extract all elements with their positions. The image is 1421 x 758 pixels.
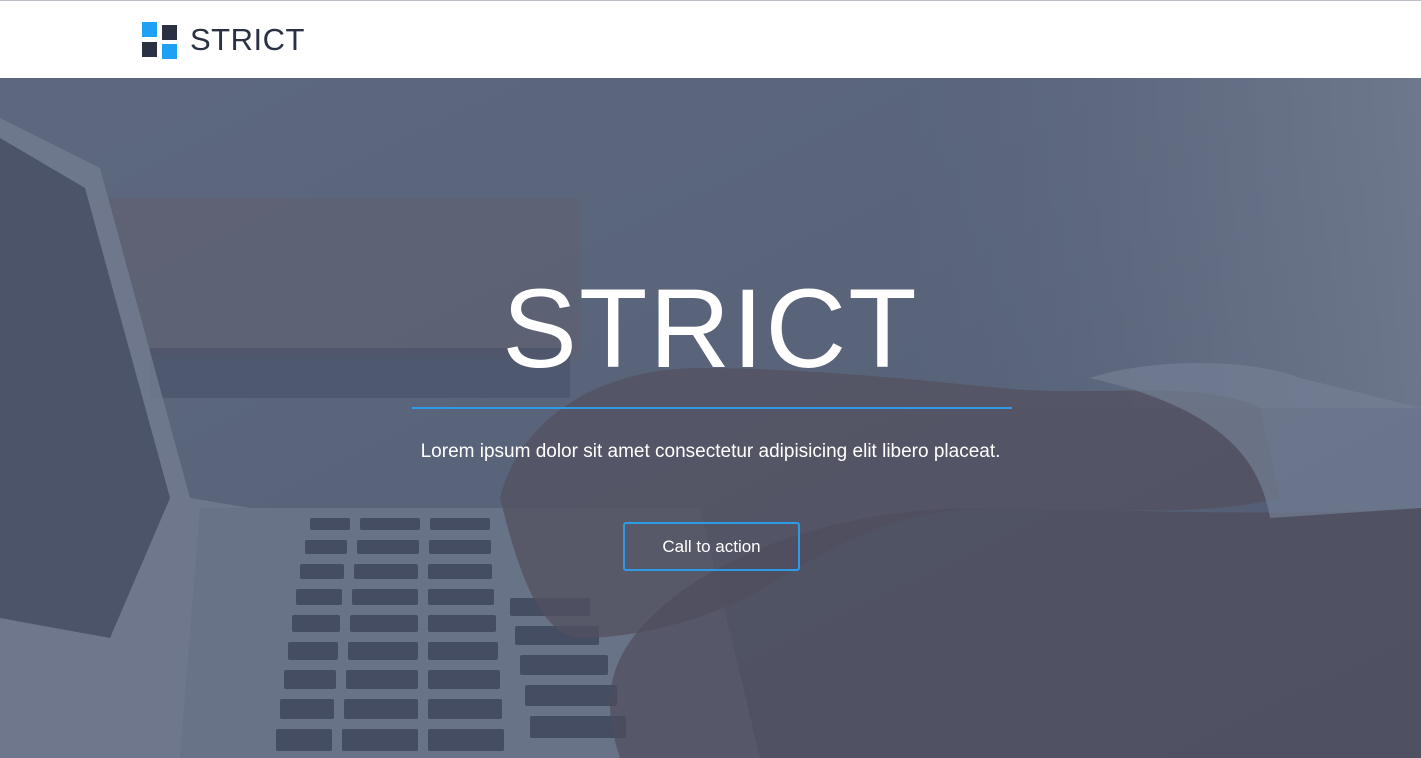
call-to-action-button[interactable]: Call to action: [623, 522, 800, 571]
hero-section: STRICT Lorem ipsum dolor sit amet consec…: [0, 78, 1421, 758]
logo-square-top-left: [142, 21, 157, 37]
hero-overlay: [0, 78, 1421, 758]
logo-square-bottom-right: [162, 43, 177, 59]
hero-subtitle: Lorem ipsum dolor sit amet consectetur a…: [420, 441, 1001, 462]
top-navbar: STRICT: [0, 0, 1421, 78]
hero-divider: [412, 407, 1012, 409]
hero-title: STRICT: [502, 266, 919, 391]
logo-square-bottom-left: [142, 41, 157, 57]
logo-square-top-right: [162, 24, 177, 40]
four-squares-logo-icon: [142, 21, 177, 59]
brand-name: STRICT: [190, 22, 305, 57]
brand-link[interactable]: STRICT: [142, 21, 305, 59]
